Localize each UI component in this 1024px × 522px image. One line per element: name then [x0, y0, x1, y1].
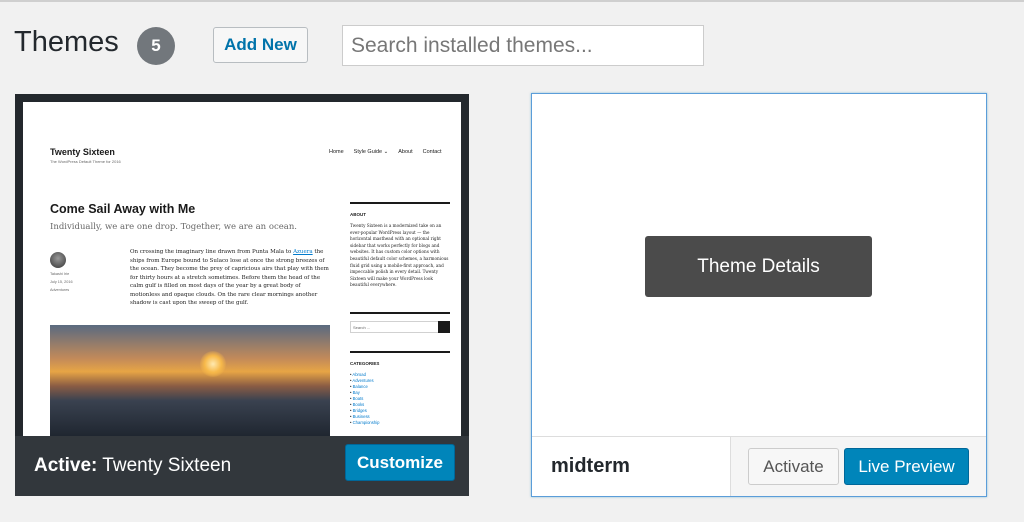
sidebar-about-text: Twenty Sixteen is a modernized take on a… [350, 223, 449, 288]
search-themes-input[interactable] [342, 25, 704, 66]
preview-post-title: Come Sail Away with Me [50, 202, 196, 216]
theme-screenshot[interactable]: Twenty Sixteen The WordPress Default The… [23, 102, 461, 436]
preview-sidebar-categories: CATEGORIES Abroad Adventures Balance Bay… [350, 351, 450, 426]
preview-nav-item: Contact [422, 149, 442, 155]
preview-nav-item: About [398, 149, 413, 155]
preview-nav-item: Style Guide ⌄ [353, 149, 389, 155]
sun-graphic [200, 351, 226, 377]
preview-nav: Home Style Guide ⌄ About Contact [329, 149, 442, 155]
preview-author-avatar [50, 252, 66, 268]
theme-count-badge: 5 [137, 27, 175, 65]
sidebar-categories-heading: CATEGORIES [350, 361, 380, 366]
page-title: Themes [14, 26, 119, 58]
preview-date: July 15, 2016 [50, 280, 73, 284]
preview-search-box: Search ... [350, 321, 450, 333]
theme-name-bar: midterm Activate Live Preview [532, 436, 986, 496]
sidebar-rule-search [350, 312, 450, 314]
theme-screenshot-blank[interactable]: Theme Details [532, 94, 986, 436]
search-icon [438, 321, 450, 333]
theme-name: midterm [551, 455, 630, 477]
preview-tagline: The WordPress Default Theme for 2016 [50, 159, 121, 164]
activate-button[interactable]: Activate [748, 448, 839, 485]
preview-post-body: On crossing the imaginary line drawn fro… [130, 249, 329, 306]
customize-button[interactable]: Customize [345, 444, 455, 481]
preview-category: Adventures [50, 288, 70, 292]
sidebar-rule [350, 202, 450, 204]
preview-post-excerpt: Individually, we are one drop. Together,… [50, 222, 297, 232]
active-theme-name: Active: Twenty Sixteen [34, 455, 232, 476]
theme-card-twenty-sixteen[interactable]: Twenty Sixteen The WordPress Default The… [15, 94, 469, 496]
category-item: Championship [350, 420, 450, 426]
preview-author: Takashi Irie [50, 272, 70, 276]
preview-nav-item: Home [329, 149, 344, 155]
preview-sunset-image [50, 325, 330, 436]
top-border [0, 0, 1024, 2]
preview-site-title: Twenty Sixteen [50, 147, 115, 157]
category-list: Abroad Adventures Balance Bay Boats Book… [350, 372, 450, 426]
live-preview-button[interactable]: Live Preview [844, 448, 969, 485]
active-theme-bar: Active: Twenty Sixteen Customize [15, 436, 469, 496]
theme-card-midterm[interactable]: Theme Details midterm Activate Live Prev… [531, 93, 987, 497]
theme-actions: Activate Live Preview [730, 437, 986, 496]
preview-body-link: Azuera [293, 249, 313, 255]
theme-details-button[interactable]: Theme Details [645, 236, 872, 297]
add-new-button[interactable]: Add New [213, 27, 308, 63]
preview-sidebar-about: ABOUT Twenty Sixteen is a modernized tak… [350, 202, 450, 289]
sidebar-about-heading: ABOUT [350, 212, 366, 217]
